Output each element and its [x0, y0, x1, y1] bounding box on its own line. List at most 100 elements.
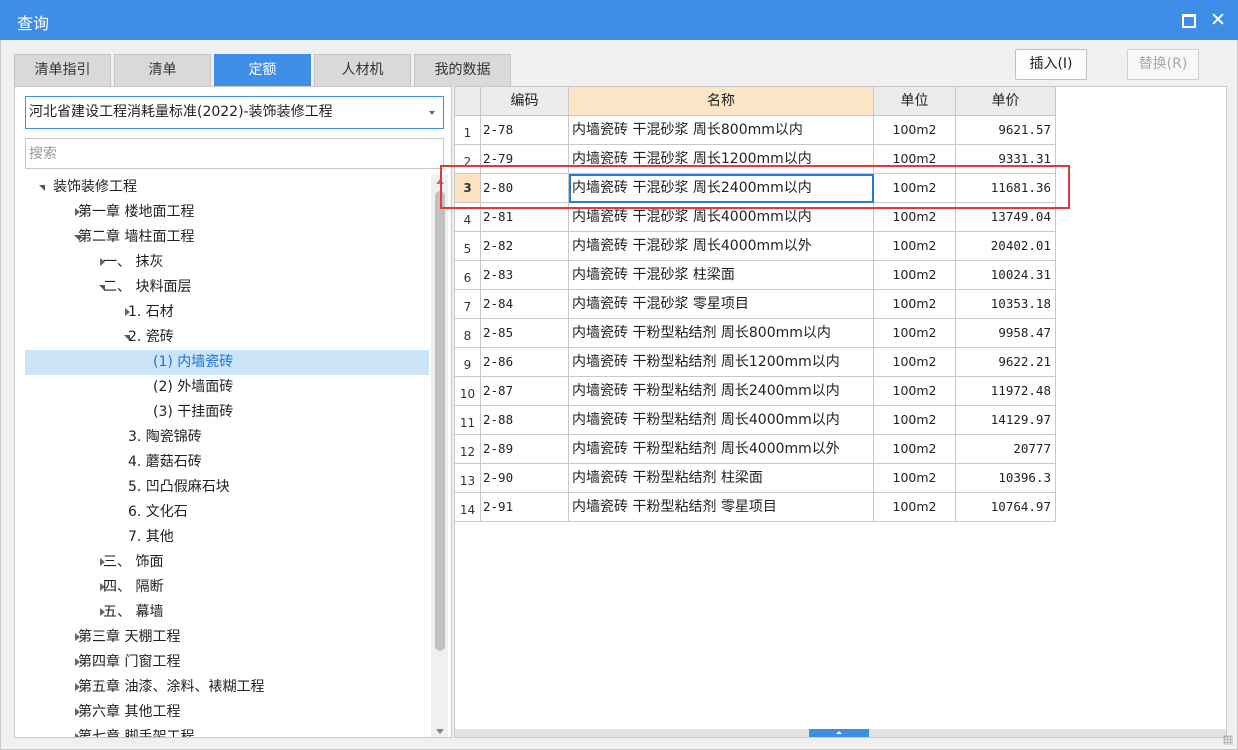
- cell-code[interactable]: 2-84: [481, 290, 569, 319]
- tree-item[interactable]: 第四章 门窗工程: [25, 650, 429, 675]
- tree-item[interactable]: 5. 凹凸假麻石块: [25, 475, 429, 500]
- cell-name[interactable]: 内墙瓷砖 干粉型粘结剂 周长800mm以内: [569, 319, 874, 348]
- collapse-panel-icon[interactable]: [809, 729, 869, 737]
- close-icon[interactable]: [1207, 8, 1229, 30]
- cell-code[interactable]: 2-86: [481, 348, 569, 377]
- tree-item[interactable]: 第一章 楼地面工程: [25, 200, 429, 225]
- cell-name[interactable]: 内墙瓷砖 干粉型粘结剂 零星项目: [569, 493, 874, 522]
- search-input[interactable]: [25, 138, 444, 169]
- cell-name[interactable]: 内墙瓷砖 干粉型粘结剂 柱梁面: [569, 464, 874, 493]
- row-number[interactable]: 9: [455, 348, 481, 377]
- cell-code[interactable]: 2-80: [481, 174, 569, 203]
- row-number[interactable]: 6: [455, 261, 481, 290]
- scroll-down-icon[interactable]: [436, 729, 444, 734]
- column-header-code[interactable]: 编码: [481, 87, 569, 116]
- tree-item[interactable]: 7. 其他: [25, 525, 429, 550]
- cell-code[interactable]: 2-82: [481, 232, 569, 261]
- tab-labor-material-machine[interactable]: 人材机: [314, 54, 411, 86]
- cell-name[interactable]: 内墙瓷砖 干粉型粘结剂 周长4000mm以外: [569, 435, 874, 464]
- tab-quota[interactable]: 定额: [214, 54, 311, 86]
- tree-item[interactable]: 五、 幕墙: [25, 600, 429, 625]
- tab-bill-guide[interactable]: 清单指引: [14, 54, 111, 86]
- insert-button[interactable]: 插入(I): [1015, 49, 1087, 80]
- standard-select[interactable]: 河北省建设工程消耗量标准(2022)-装饰装修工程: [25, 96, 444, 129]
- tree-item[interactable]: (3) 干挂面砖: [25, 400, 429, 425]
- tree-item[interactable]: 第六章 其他工程: [25, 700, 429, 725]
- maximize-icon[interactable]: [1177, 8, 1199, 30]
- scroll-up-icon[interactable]: [436, 179, 444, 184]
- cell-code[interactable]: 2-85: [481, 319, 569, 348]
- row-number[interactable]: 7: [455, 290, 481, 319]
- row-number[interactable]: 1: [455, 116, 481, 145]
- scrollbar-thumb[interactable]: [435, 191, 445, 651]
- cell-unit[interactable]: 100m2: [874, 290, 956, 319]
- resize-grip-icon[interactable]: [1223, 735, 1233, 745]
- tree-item[interactable]: 一、 抹灰: [25, 250, 429, 275]
- cell-unit[interactable]: 100m2: [874, 377, 956, 406]
- cell-name[interactable]: 内墙瓷砖 干混砂浆 周长2400mm以内: [569, 174, 874, 203]
- cell-name[interactable]: 内墙瓷砖 干粉型粘结剂 周长2400mm以内: [569, 377, 874, 406]
- cell-price[interactable]: 10024.31: [956, 261, 1056, 290]
- column-header-name[interactable]: 名称: [569, 87, 874, 116]
- cell-code[interactable]: 2-91: [481, 493, 569, 522]
- row-number[interactable]: 5: [455, 232, 481, 261]
- column-header-price[interactable]: 单价: [956, 87, 1056, 116]
- chevron-down-icon[interactable]: [429, 111, 435, 115]
- cell-unit[interactable]: 100m2: [874, 493, 956, 522]
- cell-code[interactable]: 2-79: [481, 145, 569, 174]
- cell-price[interactable]: 20402.01: [956, 232, 1056, 261]
- cell-price[interactable]: 11972.48: [956, 377, 1056, 406]
- cell-unit[interactable]: 100m2: [874, 319, 956, 348]
- tree-item[interactable]: 第五章 油漆、涂料、裱糊工程: [25, 675, 429, 700]
- cell-name[interactable]: 内墙瓷砖 干混砂浆 零星项目: [569, 290, 874, 319]
- tree-item[interactable]: 2. 瓷砖: [25, 325, 429, 350]
- tree-item[interactable]: 二、 块料面层: [25, 275, 429, 300]
- horizontal-scrollbar[interactable]: [455, 729, 1226, 737]
- tree-item[interactable]: 第七章 脚手架工程: [25, 725, 429, 737]
- cell-price[interactable]: 13749.04: [956, 203, 1056, 232]
- caret-down-icon[interactable]: [38, 175, 48, 200]
- cell-name[interactable]: 内墙瓷砖 干混砂浆 周长4000mm以外: [569, 232, 874, 261]
- cell-code[interactable]: 2-78: [481, 116, 569, 145]
- cell-name[interactable]: 内墙瓷砖 干混砂浆 周长1200mm以内: [569, 145, 874, 174]
- cell-price[interactable]: 10396.3: [956, 464, 1056, 493]
- row-number[interactable]: 8: [455, 319, 481, 348]
- cell-unit[interactable]: 100m2: [874, 435, 956, 464]
- row-number[interactable]: 12: [455, 435, 481, 464]
- cell-price[interactable]: 9958.47: [956, 319, 1056, 348]
- cell-price[interactable]: 9621.57: [956, 116, 1056, 145]
- tree-item[interactable]: 1. 石材: [25, 300, 429, 325]
- column-header-unit[interactable]: 单位: [874, 87, 956, 116]
- cell-unit[interactable]: 100m2: [874, 232, 956, 261]
- tree-item[interactable]: (2) 外墙面砖: [25, 375, 429, 400]
- tree-item[interactable]: 3. 陶瓷锦砖: [25, 425, 429, 450]
- tab-bill[interactable]: 清单: [114, 54, 211, 86]
- cell-name[interactable]: 内墙瓷砖 干粉型粘结剂 周长4000mm以内: [569, 406, 874, 435]
- tree-item[interactable]: 4. 蘑菇石砖: [25, 450, 429, 475]
- cell-unit[interactable]: 100m2: [874, 464, 956, 493]
- row-number[interactable]: 11: [455, 406, 481, 435]
- cell-price[interactable]: 10764.97: [956, 493, 1056, 522]
- cell-unit[interactable]: 100m2: [874, 174, 956, 203]
- cell-code[interactable]: 2-81: [481, 203, 569, 232]
- cell-price[interactable]: 9331.31: [956, 145, 1056, 174]
- cell-name[interactable]: 内墙瓷砖 干混砂浆 周长800mm以内: [569, 116, 874, 145]
- tree-item[interactable]: 三、 饰面: [25, 550, 429, 575]
- cell-price[interactable]: 11681.36: [956, 174, 1056, 203]
- cell-code[interactable]: 2-90: [481, 464, 569, 493]
- cell-price[interactable]: 20777: [956, 435, 1056, 464]
- tree-item[interactable]: 6. 文化石: [25, 500, 429, 525]
- cell-unit[interactable]: 100m2: [874, 116, 956, 145]
- cell-unit[interactable]: 100m2: [874, 203, 956, 232]
- replace-button[interactable]: 替换(R): [1127, 49, 1199, 80]
- tree-item[interactable]: 四、 隔断: [25, 575, 429, 600]
- row-number[interactable]: 3: [455, 174, 481, 203]
- tree-item[interactable]: 第三章 天棚工程: [25, 625, 429, 650]
- cell-unit[interactable]: 100m2: [874, 348, 956, 377]
- row-number[interactable]: 13: [455, 464, 481, 493]
- cell-code[interactable]: 2-87: [481, 377, 569, 406]
- row-number[interactable]: 14: [455, 493, 481, 522]
- row-number[interactable]: 10: [455, 377, 481, 406]
- cell-unit[interactable]: 100m2: [874, 406, 956, 435]
- cell-name[interactable]: 内墙瓷砖 干混砂浆 周长4000mm以内: [569, 203, 874, 232]
